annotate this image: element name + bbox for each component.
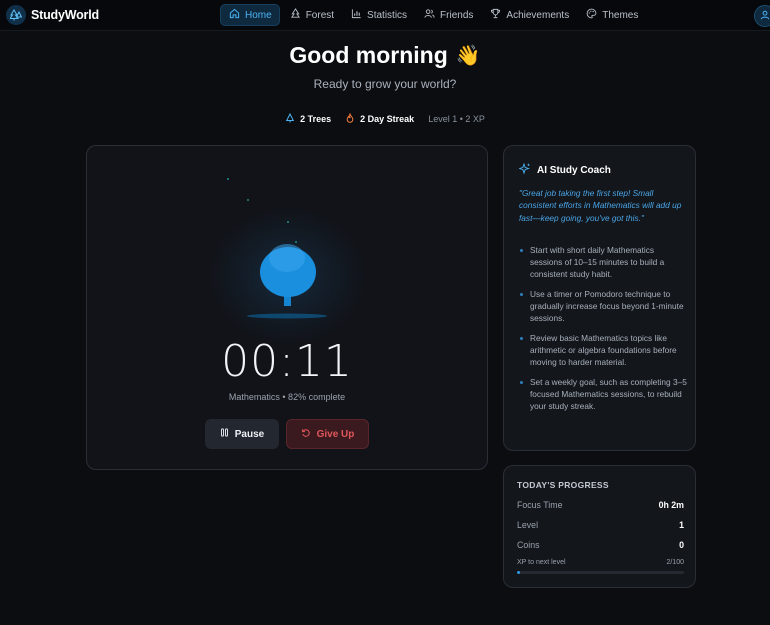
- pause-button[interactable]: Pause: [205, 419, 279, 449]
- nav-links: Home Forest Statistics Friends Achieveme…: [220, 4, 645, 26]
- progress-label: Level: [517, 520, 539, 530]
- greeting-title-wrap: Good morning 👋: [289, 42, 480, 69]
- xp-progress-fill: [517, 571, 521, 574]
- trophy-icon: [490, 8, 501, 22]
- give-up-label: Give Up: [316, 428, 355, 440]
- flame-icon: [345, 112, 355, 125]
- nav-achievements-label: Achievements: [506, 9, 570, 21]
- coach-tip: Start with short daily Mathematics sessi…: [519, 244, 687, 280]
- xp-label: XP to next level: [517, 559, 566, 566]
- give-up-button[interactable]: Give Up: [286, 419, 369, 449]
- progress-row-coins: Coins 0: [517, 540, 684, 550]
- user-icon: [760, 7, 770, 25]
- progress-value: 0h 2m: [658, 500, 684, 510]
- streak-count: 2 Day Streak: [360, 114, 415, 124]
- nav-achievements[interactable]: Achievements: [482, 4, 576, 26]
- brand[interactable]: StudyWorld: [6, 5, 99, 25]
- progress-row-level: Level 1: [517, 520, 684, 530]
- coach-quote: "Great job taking the first step! Small …: [519, 188, 682, 223]
- coach-header: AI Study Coach: [518, 162, 611, 178]
- progress-label: Coins: [517, 540, 540, 550]
- coach-tips-list: Start with short daily Mathematics sessi…: [519, 244, 687, 420]
- nav-forest-label: Forest: [305, 9, 335, 21]
- palette-icon: [586, 8, 597, 22]
- greeting-title: Good morning: [289, 42, 448, 68]
- top-navbar: StudyWorld Home Forest Statistics Friend…: [0, 0, 770, 31]
- nav-themes[interactable]: Themes: [578, 4, 645, 26]
- pause-icon: [220, 428, 229, 440]
- users-icon: [424, 8, 435, 22]
- xp-count: 2/100: [666, 559, 684, 566]
- trees-count: 2 Trees: [300, 114, 332, 124]
- nav-home-label: Home: [245, 9, 272, 21]
- coach-title: AI Study Coach: [537, 165, 611, 176]
- tree-icon: [285, 112, 295, 125]
- greeting-subtitle: Ready to grow your world?: [313, 77, 457, 91]
- nav-statistics-label: Statistics: [367, 9, 408, 21]
- progress-label: Focus Time: [517, 500, 563, 510]
- progress-title: TODAY'S PROGRESS: [517, 480, 609, 490]
- coach-tip: Review basic Mathematics topics like ari…: [519, 332, 687, 368]
- forest-logo-icon: [6, 5, 26, 25]
- nav-statistics[interactable]: Statistics: [343, 4, 414, 26]
- tree-icon: [290, 8, 301, 22]
- greeting-header: Good morning 👋: [0, 42, 770, 69]
- todays-progress-card: TODAY'S PROGRESS Focus Time 0h 2m Level …: [503, 465, 696, 588]
- progress-value: 1: [679, 520, 684, 530]
- nav-home[interactable]: Home: [220, 4, 280, 26]
- brand-name: StudyWorld: [31, 8, 99, 22]
- nav-themes-label: Themes: [602, 9, 639, 21]
- sparkle-particle: [227, 178, 229, 180]
- xp-progress-bar: [517, 571, 684, 574]
- nav-friends[interactable]: Friends: [416, 4, 480, 26]
- progress-value: 0: [679, 540, 684, 550]
- waving-hand-icon: 👋: [455, 45, 481, 67]
- nav-friends-label: Friends: [440, 9, 474, 21]
- xp-row: XP to next level 2/100: [517, 559, 684, 566]
- pause-label: Pause: [234, 428, 265, 440]
- session-subject: Mathematics • 82% complete: [228, 392, 346, 402]
- progress-row-focus-time: Focus Time 0h 2m: [517, 500, 684, 510]
- coach-tip: Use a timer or Pomodoro technique to gra…: [519, 288, 687, 324]
- home-icon: [229, 8, 240, 22]
- bar-chart-icon: [351, 8, 362, 22]
- growing-tree-icon: [247, 244, 327, 319]
- stats-row: 2 Trees 2 Day Streak Level 1 • 2 XP: [0, 112, 770, 125]
- level-xp-stat: Level 1 • 2 XP: [428, 114, 485, 124]
- user-avatar[interactable]: [754, 5, 770, 27]
- ai-coach-card: AI Study Coach "Great job taking the fir…: [503, 145, 696, 451]
- streak-stat: 2 Day Streak: [345, 112, 415, 125]
- timer-display: 00:11: [221, 336, 353, 387]
- restart-icon: [301, 428, 311, 441]
- sparkle-particle: [247, 199, 249, 201]
- trees-stat: 2 Trees: [285, 112, 332, 125]
- nav-forest[interactable]: Forest: [282, 4, 341, 26]
- coach-tip: Set a weekly goal, such as completing 3–…: [519, 376, 687, 412]
- focus-timer-card: 00:11 Mathematics • 82% complete Pause G…: [86, 145, 488, 470]
- sparkles-icon: [518, 162, 531, 178]
